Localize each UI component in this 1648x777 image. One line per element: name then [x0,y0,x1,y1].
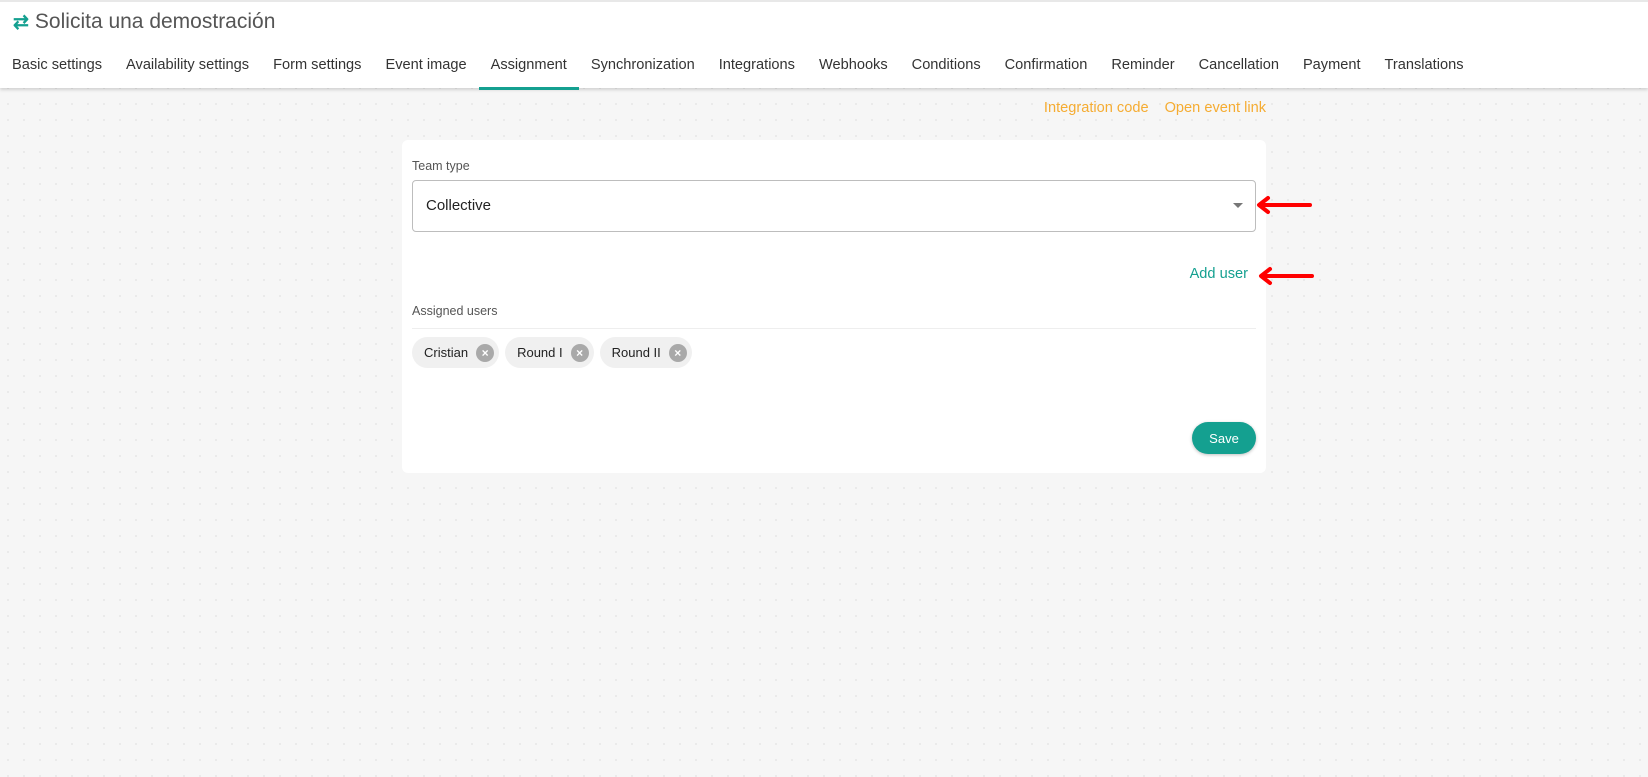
tab-confirmation[interactable]: Confirmation [993,50,1100,90]
user-chip: Round I × [505,337,594,368]
swap-arrows-icon: ⇄ [13,11,29,33]
header: ⇄ Solicita una demostración Basic settin… [0,0,1648,90]
remove-chip-icon[interactable]: × [668,343,687,362]
open-event-link[interactable]: Open event link [1165,100,1266,116]
tab-event-image[interactable]: Event image [373,50,478,90]
user-chip: Cristian × [412,337,500,368]
user-chip-label: Cristian [424,345,469,360]
tab-reminder[interactable]: Reminder [1099,50,1186,90]
tab-integrations[interactable]: Integrations [707,50,807,90]
divider [412,328,1256,329]
team-type-label: Team type [412,159,470,173]
tab-form-settings[interactable]: Form settings [261,50,373,90]
assigned-users-label: Assigned users [412,304,498,318]
remove-chip-icon[interactable]: × [476,343,495,362]
team-type-select[interactable]: Collective [412,180,1256,232]
tab-assignment[interactable]: Assignment [478,50,580,90]
tab-availability-settings[interactable]: Availability settings [114,50,261,90]
assigned-users-list: Cristian × Round I × Round II × [412,337,692,368]
tab-basic-settings[interactable]: Basic settings [0,50,114,90]
user-chip-label: Round I [517,345,563,360]
integration-code-link[interactable]: Integration code [1044,100,1149,116]
event-links: Integration code Open event link [1044,100,1266,116]
user-chip: Round II × [599,337,692,368]
add-user-link[interactable]: Add user [1190,266,1248,282]
user-chip-label: Round II [611,345,661,360]
save-button[interactable]: Save [1192,422,1256,454]
assignment-card: Team type Collective Add user Assigned u… [402,140,1266,473]
tab-payment[interactable]: Payment [1291,50,1373,90]
tab-conditions[interactable]: Conditions [900,50,993,90]
page-title: ⇄ Solicita una demostración [13,10,275,34]
remove-chip-icon[interactable]: × [570,343,589,362]
caret-down-icon [1233,203,1243,208]
annotation-arrow-icon [1259,267,1314,285]
tab-cancellation[interactable]: Cancellation [1187,50,1291,90]
tab-bar: Basic settings Availability settings For… [0,50,1476,90]
tab-translations[interactable]: Translations [1373,50,1476,90]
tab-synchronization[interactable]: Synchronization [579,50,707,90]
annotation-arrow-icon [1257,196,1312,214]
page-title-text: Solicita una demostración [34,10,276,33]
tab-webhooks[interactable]: Webhooks [807,50,900,90]
team-type-value: Collective [426,197,492,214]
